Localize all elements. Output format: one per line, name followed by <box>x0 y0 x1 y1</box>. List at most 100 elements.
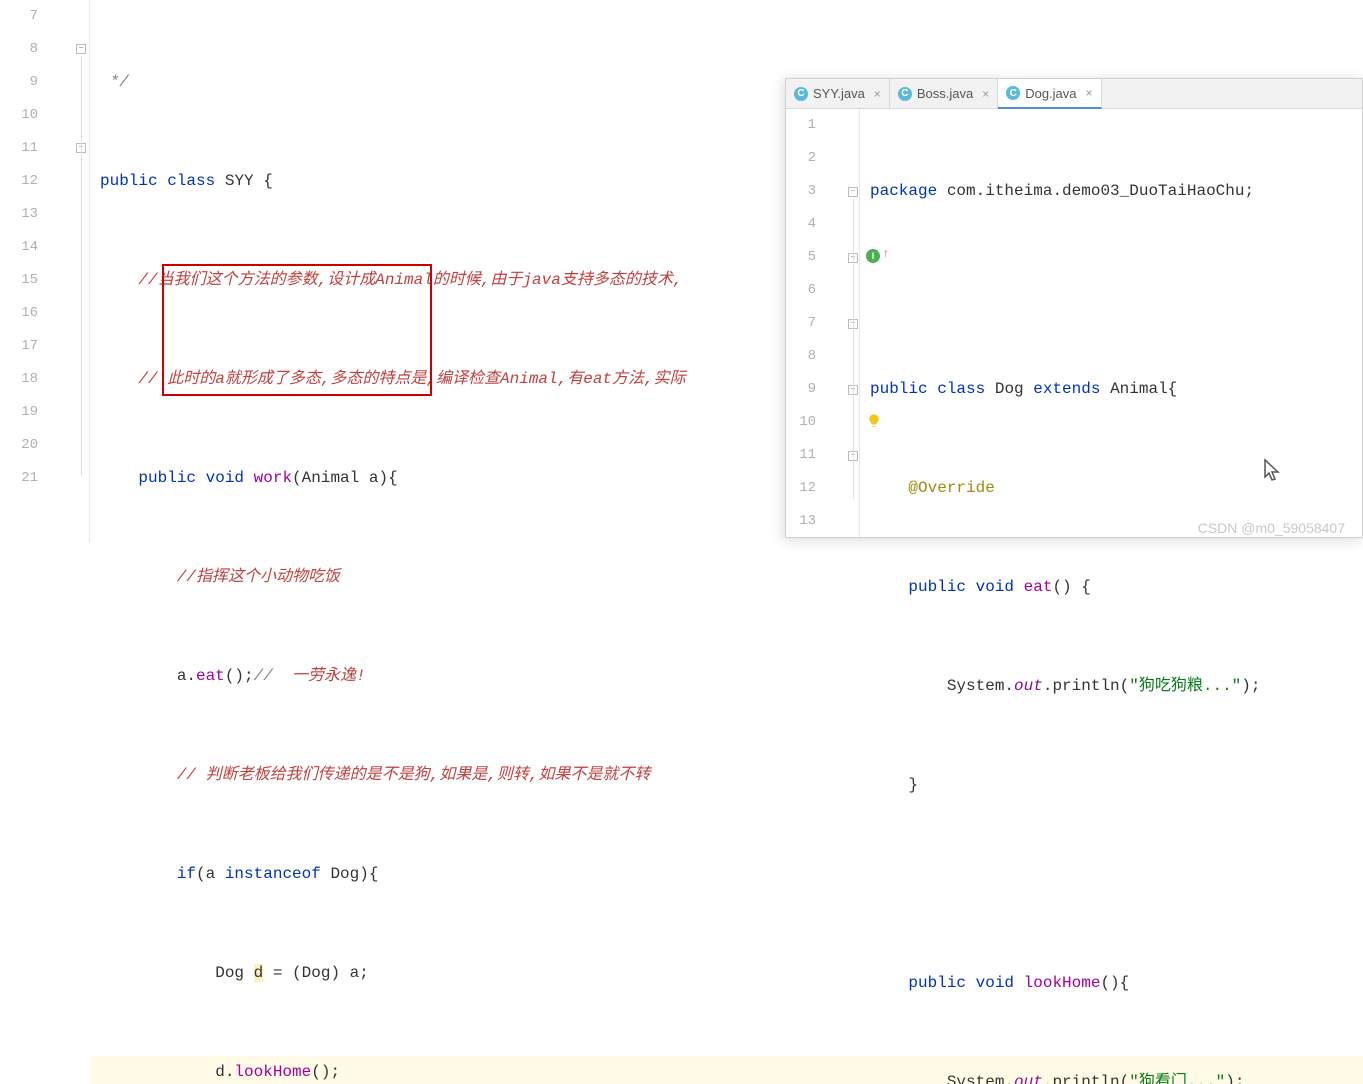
variable-highlight: d <box>254 964 264 982</box>
line-number: 7 <box>0 0 48 33</box>
code-text: System. <box>947 1073 1014 1084</box>
line-number: 12 <box>0 165 48 198</box>
keyword: void <box>976 974 1014 992</box>
line-number: 1 <box>786 109 824 142</box>
code-line[interactable]: public class Dog extends Animal{ <box>860 373 1362 406</box>
keyword: extends <box>1033 380 1100 398</box>
annotation: @Override <box>908 479 994 497</box>
left-gutter-icons: @ − − <box>48 0 90 542</box>
line-number: 13 <box>0 198 48 231</box>
method-call: lookHome <box>234 1063 311 1081</box>
static-field: out <box>1014 677 1043 695</box>
class-name: SYY <box>225 172 254 190</box>
string-literal: "狗吃狗粮..." <box>1129 677 1241 695</box>
keyword: void <box>976 578 1014 596</box>
line-number: 11 <box>0 132 48 165</box>
code-text: = (Dog) a; <box>263 964 369 982</box>
line-number: 12 <box>786 472 824 505</box>
tab-label: Dog.java <box>1025 86 1076 101</box>
line-number: 17 <box>0 330 48 363</box>
line-number: 9 <box>786 373 824 406</box>
line-number: 21 <box>0 462 48 495</box>
code-text: a. <box>177 667 196 685</box>
code-line[interactable]: @Override <box>860 472 1362 505</box>
code-line[interactable]: } <box>860 769 1362 802</box>
comment: // 判断老板给我们传递的是不是狗,如果是,则转,如果不是就不转 <box>177 766 651 784</box>
params: (Animal a){ <box>292 469 398 487</box>
line-number: 16 <box>0 297 48 330</box>
code-text: .println( <box>1043 1073 1129 1084</box>
keyword: public <box>870 380 928 398</box>
code-line[interactable] <box>860 274 1362 307</box>
fold-toggle-icon[interactable]: − <box>76 44 86 54</box>
method-name: work <box>254 469 292 487</box>
code-text: .println( <box>1043 677 1129 695</box>
package-name: com.itheima.demo03_DuoTaiHaoChu; <box>937 182 1254 200</box>
close-icon[interactable]: × <box>1086 86 1093 100</box>
line-number: 11 <box>786 439 824 472</box>
tab-dog[interactable]: C Dog.java × <box>998 79 1101 109</box>
keyword: void <box>206 469 244 487</box>
code-text: ); <box>1241 677 1260 695</box>
line-number: 10 <box>786 406 824 439</box>
comment: // <box>254 667 292 685</box>
right-code-area[interactable]: package com.itheima.demo03_DuoTaiHaoChu;… <box>860 109 1362 537</box>
string-literal: "狗看门..." <box>1129 1073 1225 1084</box>
line-number: 14 <box>0 231 48 264</box>
code-line[interactable] <box>860 868 1362 901</box>
keyword: public <box>138 469 196 487</box>
comment-close: */ <box>110 73 129 91</box>
line-number: 20 <box>0 429 48 462</box>
keyword: if <box>177 865 196 883</box>
code-text: ); <box>1225 1073 1244 1084</box>
code-line[interactable]: public void eat() { <box>860 571 1362 604</box>
code-text: (a <box>196 865 225 883</box>
highlight-box <box>162 264 432 396</box>
right-line-numbers: 1 2 3 4 5 6 7 8 9 10 11 12 13 <box>786 109 824 537</box>
method-call: eat <box>196 667 225 685</box>
line-number: 8 <box>786 340 824 373</box>
secondary-editor-window: C SYY.java × C Boss.java × C Dog.java × … <box>785 78 1363 538</box>
line-number: 19 <box>0 396 48 429</box>
fold-guide-line <box>81 56 82 476</box>
code-line[interactable]: package com.itheima.demo03_DuoTaiHaoChu; <box>860 175 1362 208</box>
tab-label: Boss.java <box>917 86 973 101</box>
keyword: public <box>100 172 158 190</box>
fold-toggle-icon[interactable]: − <box>848 187 858 197</box>
code-text: d. <box>215 1063 234 1081</box>
keyword: public <box>908 974 966 992</box>
keyword: class <box>937 380 985 398</box>
java-class-icon: C <box>1006 86 1020 100</box>
code-line[interactable]: public void lookHome(){ <box>860 967 1362 1000</box>
close-icon[interactable]: × <box>982 87 989 101</box>
code-text: Dog <box>215 964 253 982</box>
line-number: 5 <box>786 241 824 274</box>
java-class-icon: C <box>794 87 808 101</box>
code-text: System. <box>947 677 1014 695</box>
tab-boss[interactable]: C Boss.java × <box>890 79 998 108</box>
code-line[interactable]: System.out.println("狗吃狗粮..."); <box>860 670 1362 703</box>
tab-syy[interactable]: C SYY.java × <box>786 79 890 108</box>
class-name: Dog <box>985 380 1033 398</box>
line-number: 10 <box>0 99 48 132</box>
code-text: (); <box>311 1063 340 1081</box>
line-number: 18 <box>0 363 48 396</box>
comment: 一劳永逸! <box>292 667 366 685</box>
code-line-current[interactable]: System.out.println("狗看门..."); <box>860 1066 1362 1084</box>
super-class: Animal{ <box>1100 380 1177 398</box>
line-number: 4 <box>786 208 824 241</box>
brace: { <box>254 172 273 190</box>
line-number: 9 <box>0 66 48 99</box>
keyword: public <box>908 578 966 596</box>
keyword: instanceof <box>225 865 321 883</box>
fold-guide-line <box>853 199 854 499</box>
comment: //指挥这个小动物吃饭 <box>177 568 340 586</box>
static-field: out <box>1014 1073 1043 1084</box>
keyword: package <box>870 182 937 200</box>
code-text: (); <box>225 667 254 685</box>
close-icon[interactable]: × <box>874 87 881 101</box>
left-line-numbers: 7 8 9 10 11 12 13 14 15 16 17 18 19 20 2… <box>0 0 48 542</box>
keyword: class <box>167 172 215 190</box>
brace: } <box>908 776 918 794</box>
line-number: 8 <box>0 33 48 66</box>
